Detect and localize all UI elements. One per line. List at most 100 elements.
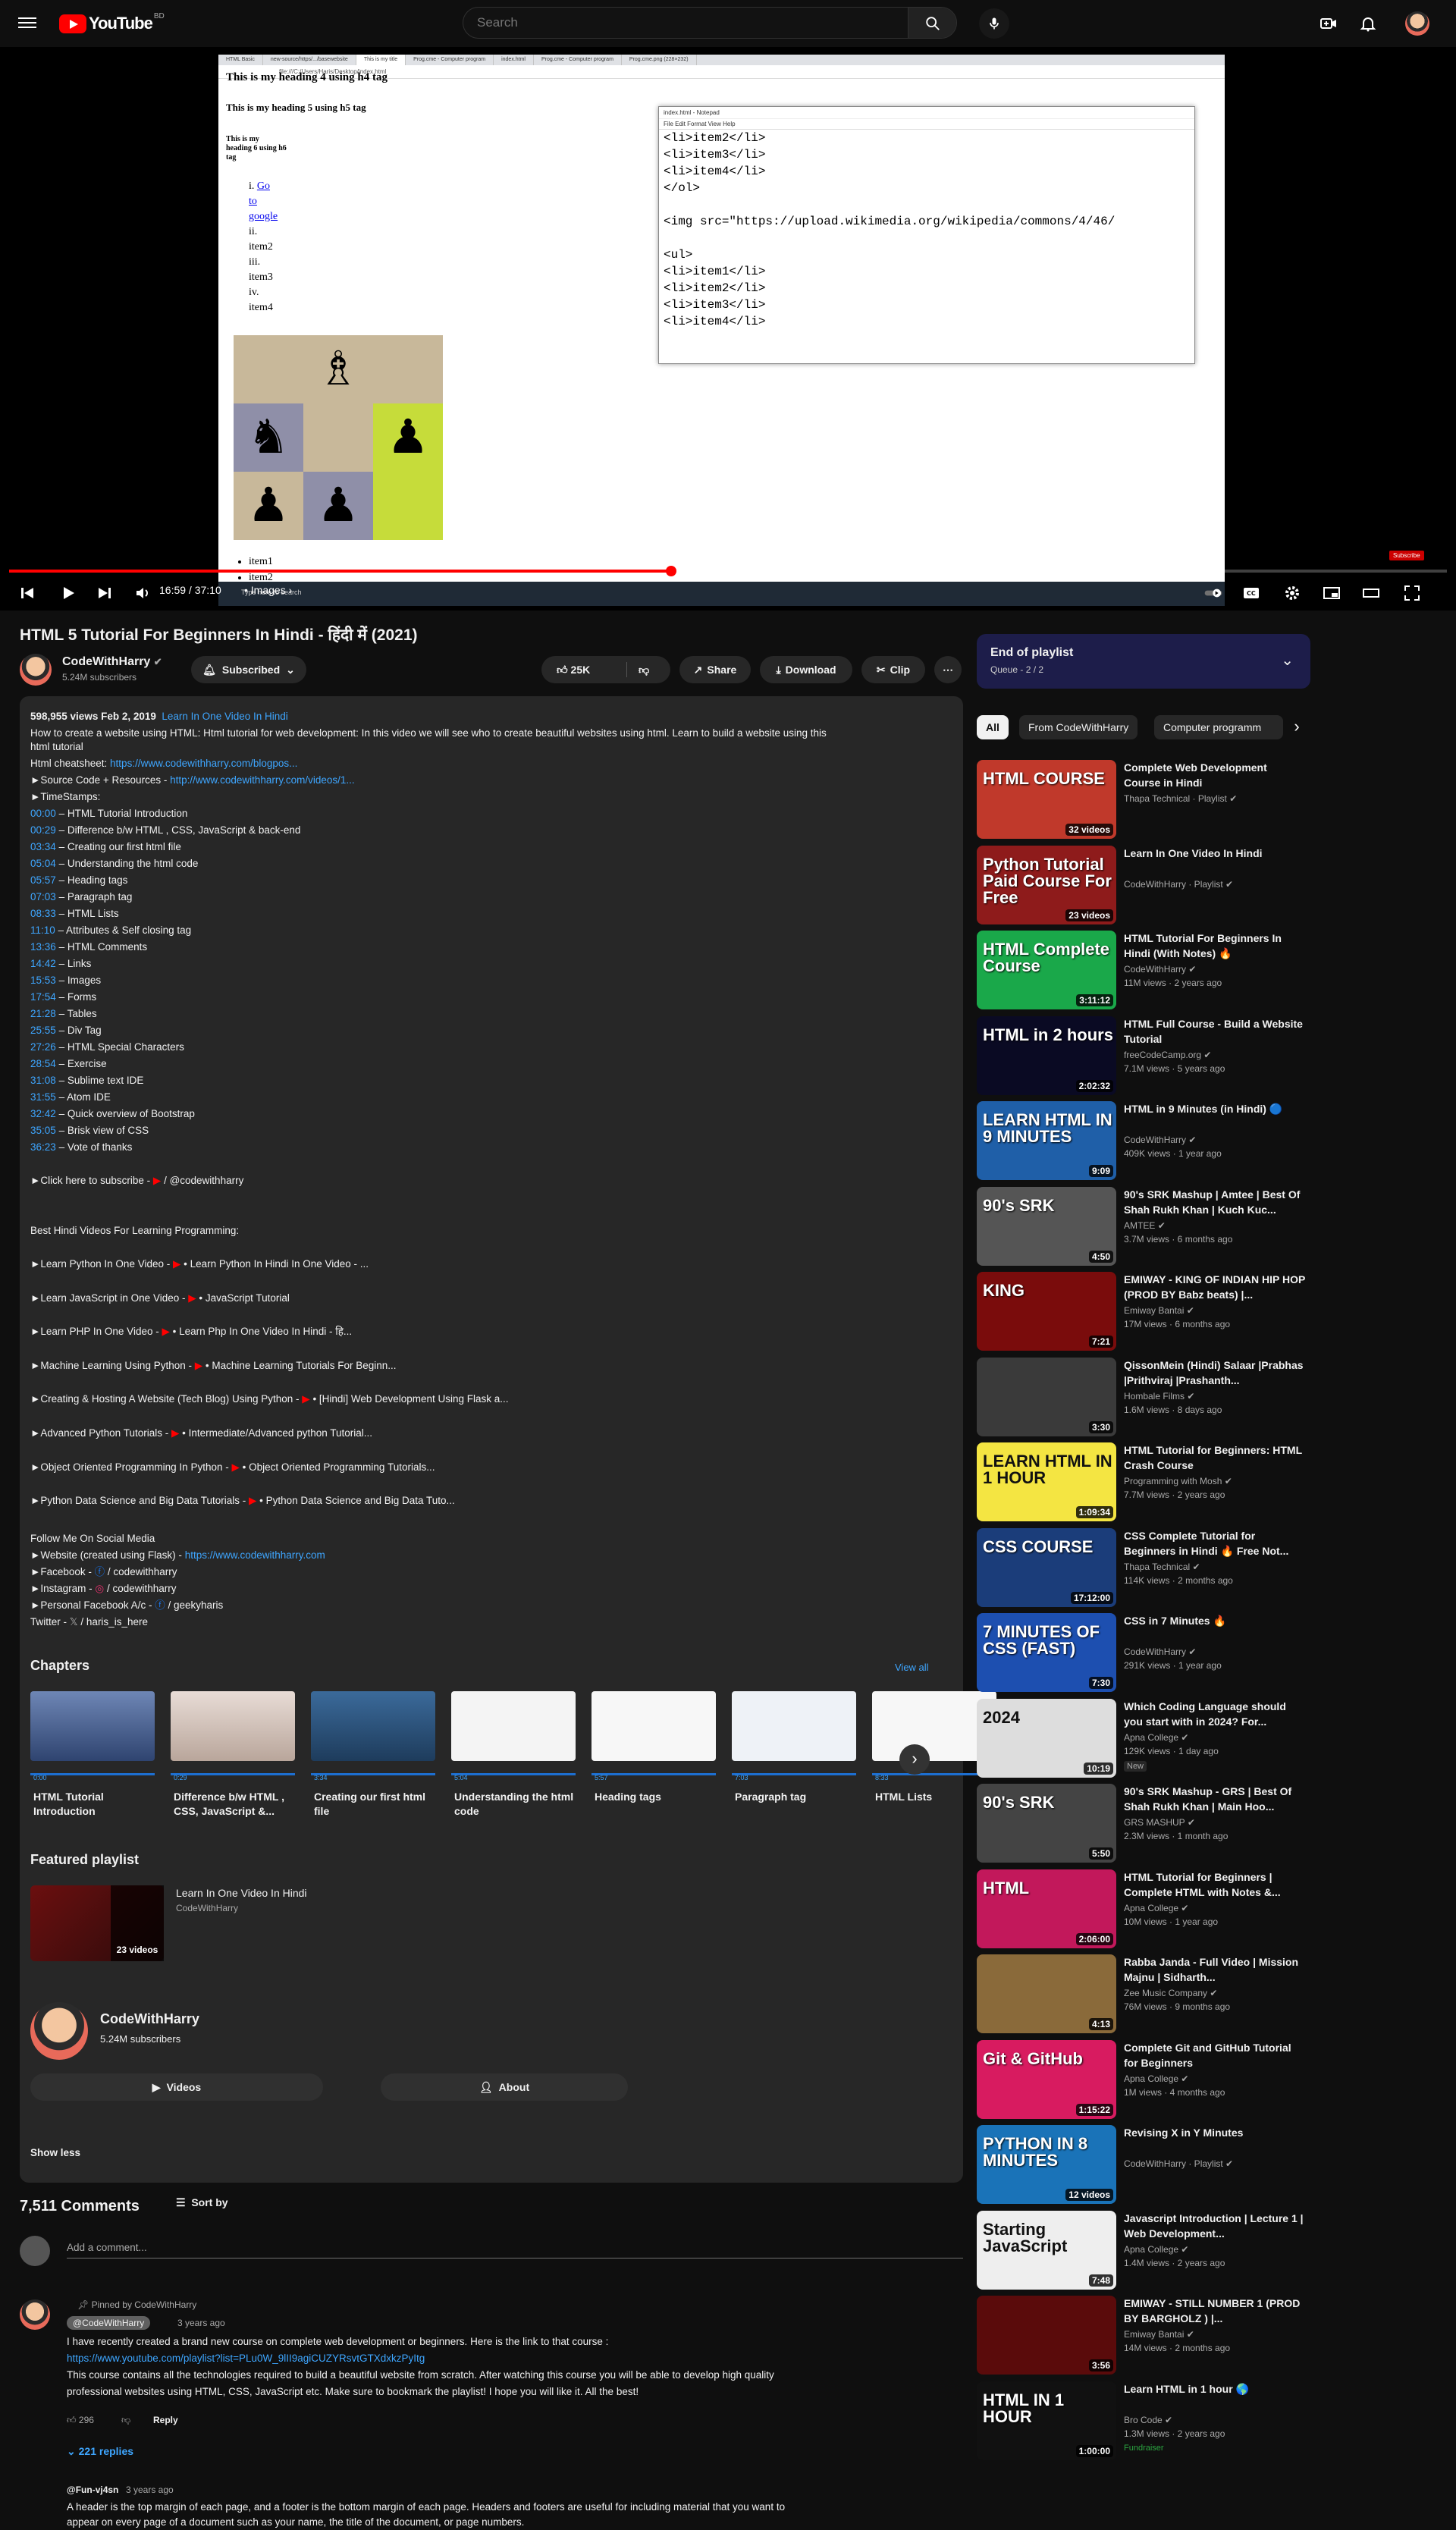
menu-icon[interactable] [18,14,36,33]
chapter-thumbnail[interactable] [592,1691,716,1761]
channel-card-name[interactable]: CodeWithHarry [100,2012,199,2026]
related-thumbnail[interactable]: 3:30 [977,1357,1116,1436]
related-channel[interactable]: CodeWithHarry ✔ [1124,964,1196,975]
related-title[interactable]: HTML Tutorial for Beginners | Complete H… [1124,1869,1306,1900]
create-video-icon[interactable] [1320,14,1338,33]
miniplayer-icon[interactable] [1323,584,1341,602]
related-thumbnail[interactable]: 4:13 [977,1954,1116,2033]
chapter-thumbnail[interactable] [171,1691,295,1761]
best-video-link[interactable]: • Learn Python In Hindi In One Video - .… [184,1258,369,1270]
chapter-title[interactable]: HTML Tutorial Introduction [33,1790,158,1819]
related-thumbnail[interactable]: CSS COURSE 17:12:00 [977,1527,1116,1607]
timestamp-link[interactable]: 03:34 [30,841,56,852]
timestamp-link[interactable]: 25:55 [30,1025,56,1036]
related-title[interactable]: Rabba Janda - Full Video | Mission Majnu… [1124,1954,1306,1985]
related-channel[interactable]: Bro Code ✔ [1124,2415,1172,2425]
related-video[interactable]: 3:30 QissonMein (Hindi) Salaar |Prabhas |… [977,1357,1310,1436]
timestamp-link[interactable]: 31:55 [30,1091,56,1103]
related-video[interactable]: 3:56 EMIWAY - STILL NUMBER 1 (PROD BY BAR… [977,2296,1310,2375]
related-title[interactable]: 90's SRK Mashup - GRS | Best Of Shah Ruk… [1124,1784,1306,1814]
related-thumbnail[interactable]: LEARN HTML IN 1 HOUR 1:09:34 [977,1442,1116,1521]
related-video[interactable]: HTML 2:06:00 HTML Tutorial for Beginners |… [977,1869,1310,1948]
chapter-title[interactable]: Paragraph tag [735,1790,859,1804]
best-video-link[interactable]: • Machine Learning Tutorials For Beginn.… [206,1360,397,1371]
related-video[interactable]: Python Tutorial Paid Course For Free 23 v… [977,845,1310,924]
youtube-logo[interactable]: YouTube BD [59,12,165,33]
sort-by-button[interactable]: ☰ Sort by [176,2196,228,2209]
current-chapter[interactable]: • Images › [244,584,292,596]
reply-button[interactable]: Reply [153,2415,178,2425]
volume-icon[interactable] [133,584,152,602]
related-channel[interactable]: Apna College ✔ [1124,2073,1188,2084]
related-title[interactable]: HTML Tutorial For Beginners In Hindi (Wi… [1124,931,1306,961]
related-channel[interactable]: Emiway Bantai ✔ [1124,2329,1194,2340]
chapter-title[interactable]: Understanding the html code [454,1790,579,1819]
timestamp-link[interactable]: 15:53 [30,975,56,986]
chapter-thumbnail[interactable] [451,1691,576,1761]
related-title[interactable]: Which Coding Language should you start w… [1124,1699,1306,1729]
clip-button[interactable]: ✂ Clip [861,656,925,683]
timestamp-link[interactable]: 13:36 [30,941,56,953]
related-title[interactable]: Learn HTML in 1 hour 🌎 [1124,2381,1306,2397]
related-title[interactable]: HTML Full Course - Build a Website Tutor… [1124,1016,1306,1047]
related-thumbnail[interactable]: 3:56 [977,2296,1116,2375]
related-thumbnail[interactable]: KING 7:21 [977,1272,1116,1351]
related-thumbnail[interactable]: 7 MINUTES OF CSS (FAST) 7:30 [977,1613,1116,1692]
timestamp-link[interactable]: 00:29 [30,824,56,836]
timestamp-link[interactable]: 31:08 [30,1075,56,1086]
related-video[interactable]: 90's SRK 4:50 90's SRK Mashup | Amtee | Be… [977,1186,1310,1266]
related-channel[interactable]: GRS MASHUP ✔ [1124,1817,1195,1828]
twitter-link[interactable]: / haris_is_here [80,1616,148,1628]
best-video-link[interactable]: • Intermediate/Advanced python Tutorial.… [182,1427,372,1439]
download-button[interactable]: ⤓ Download [760,656,852,683]
related-channel[interactable]: Programming with Mosh ✔ [1124,1476,1232,1486]
videos-button[interactable]: ▶ Videos [30,2073,323,2101]
related-video[interactable]: HTML in 2 hours 2:02:32 HTML Full Course -… [977,1015,1310,1095]
related-title[interactable]: Revising X in Y Minutes [1124,2125,1306,2140]
chips-next-arrow[interactable]: › [1283,715,1310,739]
chip-computer-programming[interactable]: Computer programm [1154,715,1283,739]
related-thumbnail[interactable]: PYTHON IN 8 MINUTES 12 videos [977,2125,1116,2204]
play-icon[interactable] [59,584,77,602]
channel-avatar[interactable] [20,654,52,686]
subscribe-watermark[interactable]: Subscribe [1389,551,1424,560]
instagram-link[interactable]: / codewithharry [107,1583,177,1594]
related-channel[interactable]: Thapa Technical ✔ [1124,1562,1200,1572]
facebook-link[interactable]: / codewithharry [108,1566,177,1577]
featured-playlist-title[interactable]: Learn In One Video In Hindi [176,1887,307,1900]
comment-author[interactable]: @Fun-vj4sn [67,2484,118,2495]
related-video[interactable]: KING 7:21 EMIWAY - KING OF INDIAN HIP HOP … [977,1272,1310,1351]
related-thumbnail[interactable]: Git & GitHub 1:15:22 [977,2039,1116,2119]
subscribed-button[interactable]: 🔔︎ Subscribed ⌄ [191,656,306,683]
chevron-down-icon[interactable]: ⌄ [1281,651,1294,670]
notifications-bell-icon[interactable] [1359,14,1377,33]
timestamp-link[interactable]: 05:57 [30,874,56,886]
add-comment-input[interactable]: Add a comment... [67,2242,963,2258]
like-button[interactable]: 👍︎ 25K [557,664,590,676]
channel-name[interactable]: CodeWithHarry ✔ [62,655,162,669]
next-icon[interactable] [96,584,114,602]
chapters-next-button[interactable]: › [899,1744,930,1775]
comment-dislike-button[interactable]: 👎︎ [121,2415,130,2426]
related-title[interactable]: CSS in 7 Minutes 🔥 [1124,1613,1306,1628]
related-video[interactable]: 90's SRK 5:50 90's SRK Mashup - GRS | Best… [977,1784,1310,1863]
related-thumbnail[interactable]: HTML COURSE 32 videos [977,760,1116,839]
previous-icon[interactable] [18,584,36,602]
related-video[interactable]: Git & GitHub 1:15:22 Complete Git and GitH… [977,2039,1310,2119]
related-channel[interactable]: Zee Music Company ✔ [1124,1988,1217,1998]
timestamp-link[interactable]: 28:54 [30,1058,56,1069]
chapter-title[interactable]: Difference b/w HTML , CSS, JavaScript &.… [174,1790,298,1819]
chip-from-channel[interactable]: From CodeWithHarry [1019,715,1138,739]
related-title[interactable]: HTML in 9 Minutes (in Hindi) 🔵 [1124,1101,1306,1116]
playlist-panel[interactable]: End of playlist Queue - 2 / 2 ⌄ [977,634,1310,689]
related-channel[interactable]: Apna College ✔ [1124,2244,1188,2255]
related-title[interactable]: 90's SRK Mashup | Amtee | Best Of Shah R… [1124,1187,1306,1217]
comment-link[interactable]: https://www.youtube.com/playlist?list=PL… [67,2353,425,2364]
timestamp-link[interactable]: 36:23 [30,1141,56,1153]
more-actions-button[interactable]: ⋯ [934,656,962,683]
featured-playlist-thumbnail[interactable]: 23 videos [30,1885,164,1961]
channel-card-avatar[interactable] [30,2002,88,2060]
related-video[interactable]: PYTHON IN 8 MINUTES 12 videos Revising X i… [977,2125,1310,2204]
related-thumbnail[interactable]: HTML Complete Course 3:11:12 [977,931,1116,1009]
related-title[interactable]: EMIWAY - STILL NUMBER 1 (PROD BY BARGHOL… [1124,2296,1306,2326]
